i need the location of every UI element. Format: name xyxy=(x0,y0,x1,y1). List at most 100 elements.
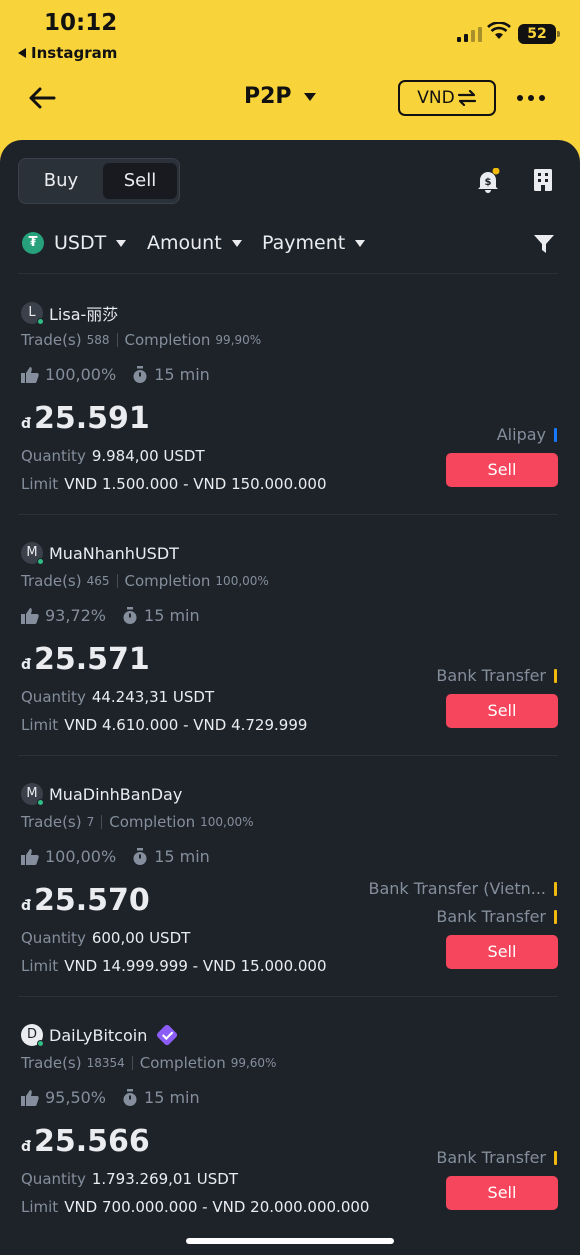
quantity-label: Quantity xyxy=(21,1170,86,1188)
limit-label: Limit xyxy=(21,957,59,975)
sell-button[interactable]: Sell xyxy=(446,694,558,728)
arrow-left-icon[interactable] xyxy=(28,86,56,110)
price-value: 25.570 xyxy=(34,883,150,918)
avatar-initial: L xyxy=(28,305,36,320)
limit-label: Limit xyxy=(21,1198,59,1216)
price-value: 25.566 xyxy=(34,1124,150,1159)
back-to-app-link[interactable]: Instagram xyxy=(18,44,117,62)
trades-label: Trade(s) xyxy=(21,331,82,349)
ad-card[interactable]: M MuaNhanhUSDT Trade(s) 465 Completion 1… xyxy=(0,521,580,762)
merchant[interactable]: L Lisa-丽莎 xyxy=(21,301,118,325)
merchant-rates: 100,00% 15 min xyxy=(21,847,210,866)
sell-button[interactable]: Sell xyxy=(446,1176,558,1210)
price: đ 25.571 xyxy=(21,642,150,677)
completion-label: Completion xyxy=(139,1054,226,1072)
stopwatch-icon xyxy=(123,1088,137,1106)
payment-filter-label: Payment xyxy=(262,232,346,254)
chevron-down-icon xyxy=(303,92,316,101)
chevron-down-icon xyxy=(231,239,242,247)
ad-card[interactable]: M MuaDinhBanDay Trade(s) 7 Completion 10… xyxy=(0,762,580,1003)
quantity-value: 1.793.269,01 USDT xyxy=(91,1170,239,1188)
payment-filter[interactable]: Payment xyxy=(262,232,366,254)
asset-filter-label: USDT xyxy=(54,232,107,254)
fiat-currency-button[interactable]: VND xyxy=(398,80,496,116)
thumbs-up-icon xyxy=(21,848,39,865)
divider xyxy=(18,273,558,274)
merchant[interactable]: M MuaNhanhUSDT xyxy=(21,542,179,565)
avatar: M xyxy=(21,783,44,806)
merchant[interactable]: M MuaDinhBanDay xyxy=(21,783,182,806)
tab-buy[interactable]: Buy xyxy=(23,163,99,199)
payment-method-label: Bank Transfer xyxy=(436,666,546,685)
payment-method-label: Bank Transfer xyxy=(436,907,546,926)
trades-count: 7 xyxy=(86,815,95,829)
ad-card[interactable]: D DaiLyBitcoin Trade(s) 18354 Completion… xyxy=(0,1003,580,1244)
merchant-name[interactable]: DaiLyBitcoin xyxy=(49,1026,147,1045)
limit: Limit VND 4.610.000 - VND 4.729.999 xyxy=(21,716,307,734)
wifi-icon xyxy=(487,22,511,39)
online-dot-icon xyxy=(37,558,44,565)
release-time: 15 min xyxy=(154,365,210,384)
merchant-name[interactable]: MuaNhanhUSDT xyxy=(49,544,179,563)
tab-sell[interactable]: Sell xyxy=(103,163,177,199)
amount-filter-label: Amount xyxy=(147,232,222,254)
merchant-stats: Trade(s) 588 Completion 99,90% xyxy=(21,331,261,349)
trades-count: 18354 xyxy=(86,1056,125,1070)
payment-method: Alipay xyxy=(497,425,557,444)
asset-filter[interactable]: ₮ USDT xyxy=(22,232,127,254)
amount-filter[interactable]: Amount xyxy=(147,232,242,254)
price-value: 25.591 xyxy=(34,401,150,436)
online-dot-icon xyxy=(37,799,44,806)
avatar-initial: M xyxy=(26,786,38,801)
merchant-stats: Trade(s) 7 Completion 100,00% xyxy=(21,813,254,831)
limit-value: VND 700.000.000 - VND 20.000.000.000 xyxy=(64,1198,370,1216)
positive-rate: 93,72% xyxy=(45,606,107,625)
payment-method-label: Alipay xyxy=(496,425,546,444)
top-nav: P2P VND xyxy=(0,78,580,122)
price-value: 25.571 xyxy=(34,642,150,677)
quantity-label: Quantity xyxy=(21,447,86,465)
completion-label: Completion xyxy=(124,331,211,349)
page-title[interactable]: P2P xyxy=(244,84,316,109)
quantity-label: Quantity xyxy=(21,929,86,947)
ad-card[interactable]: L Lisa-丽莎 Trade(s) 588 Completion 99,90%… xyxy=(0,280,580,521)
payment-method: Bank Transfer xyxy=(436,1148,557,1167)
merchant-stats: Trade(s) 18354 Completion 99,60% xyxy=(21,1054,276,1072)
chevron-down-icon xyxy=(355,239,366,247)
divider xyxy=(18,996,558,997)
stopwatch-icon xyxy=(133,847,147,865)
limit-label: Limit xyxy=(21,716,59,734)
thumbs-up-icon xyxy=(21,366,39,383)
completion-rate: 99,90% xyxy=(215,333,262,347)
release-time: 15 min xyxy=(144,1088,200,1107)
price: đ 25.570 xyxy=(21,883,150,918)
more-dots-icon[interactable] xyxy=(517,95,545,101)
merchant-name[interactable]: Lisa-丽莎 xyxy=(49,301,118,325)
stopwatch-icon xyxy=(133,365,147,383)
merchant[interactable]: D DaiLyBitcoin xyxy=(21,1023,179,1047)
quantity-value: 600,00 USDT xyxy=(91,929,191,947)
svg-text:$: $ xyxy=(485,177,492,188)
quantity-value: 9.984,00 USDT xyxy=(91,447,205,465)
thumbs-up-icon xyxy=(21,1089,39,1106)
payment-color-bar xyxy=(554,427,557,442)
main-panel: Buy Sell $ ₮ USDT Amount Payment L Lisa-… xyxy=(0,140,580,1255)
notification-bell-icon[interactable]: $ xyxy=(475,168,501,194)
funnel-icon[interactable] xyxy=(534,234,554,254)
merchant-rates: 93,72% 15 min xyxy=(21,606,200,625)
limit: Limit VND 700.000.000 - VND 20.000.000.00… xyxy=(21,1198,369,1216)
quantity: Quantity 44.243,31 USDT xyxy=(21,688,214,706)
sell-button[interactable]: Sell xyxy=(446,935,558,969)
positive-rate: 95,50% xyxy=(45,1088,107,1107)
merchant-name[interactable]: MuaDinhBanDay xyxy=(49,785,182,804)
orders-icon[interactable] xyxy=(534,169,552,191)
stopwatch-icon xyxy=(123,606,137,624)
sell-button[interactable]: Sell xyxy=(446,453,558,487)
quantity: Quantity 1.793.269,01 USDT xyxy=(21,1170,238,1188)
swap-arrows-icon xyxy=(457,90,476,106)
verified-badge-icon xyxy=(156,1023,179,1047)
currency-symbol: đ xyxy=(21,657,32,673)
stat-separator xyxy=(101,815,103,829)
price: đ 25.566 xyxy=(21,1124,150,1159)
payment-method: Bank Transfer xyxy=(436,907,557,926)
